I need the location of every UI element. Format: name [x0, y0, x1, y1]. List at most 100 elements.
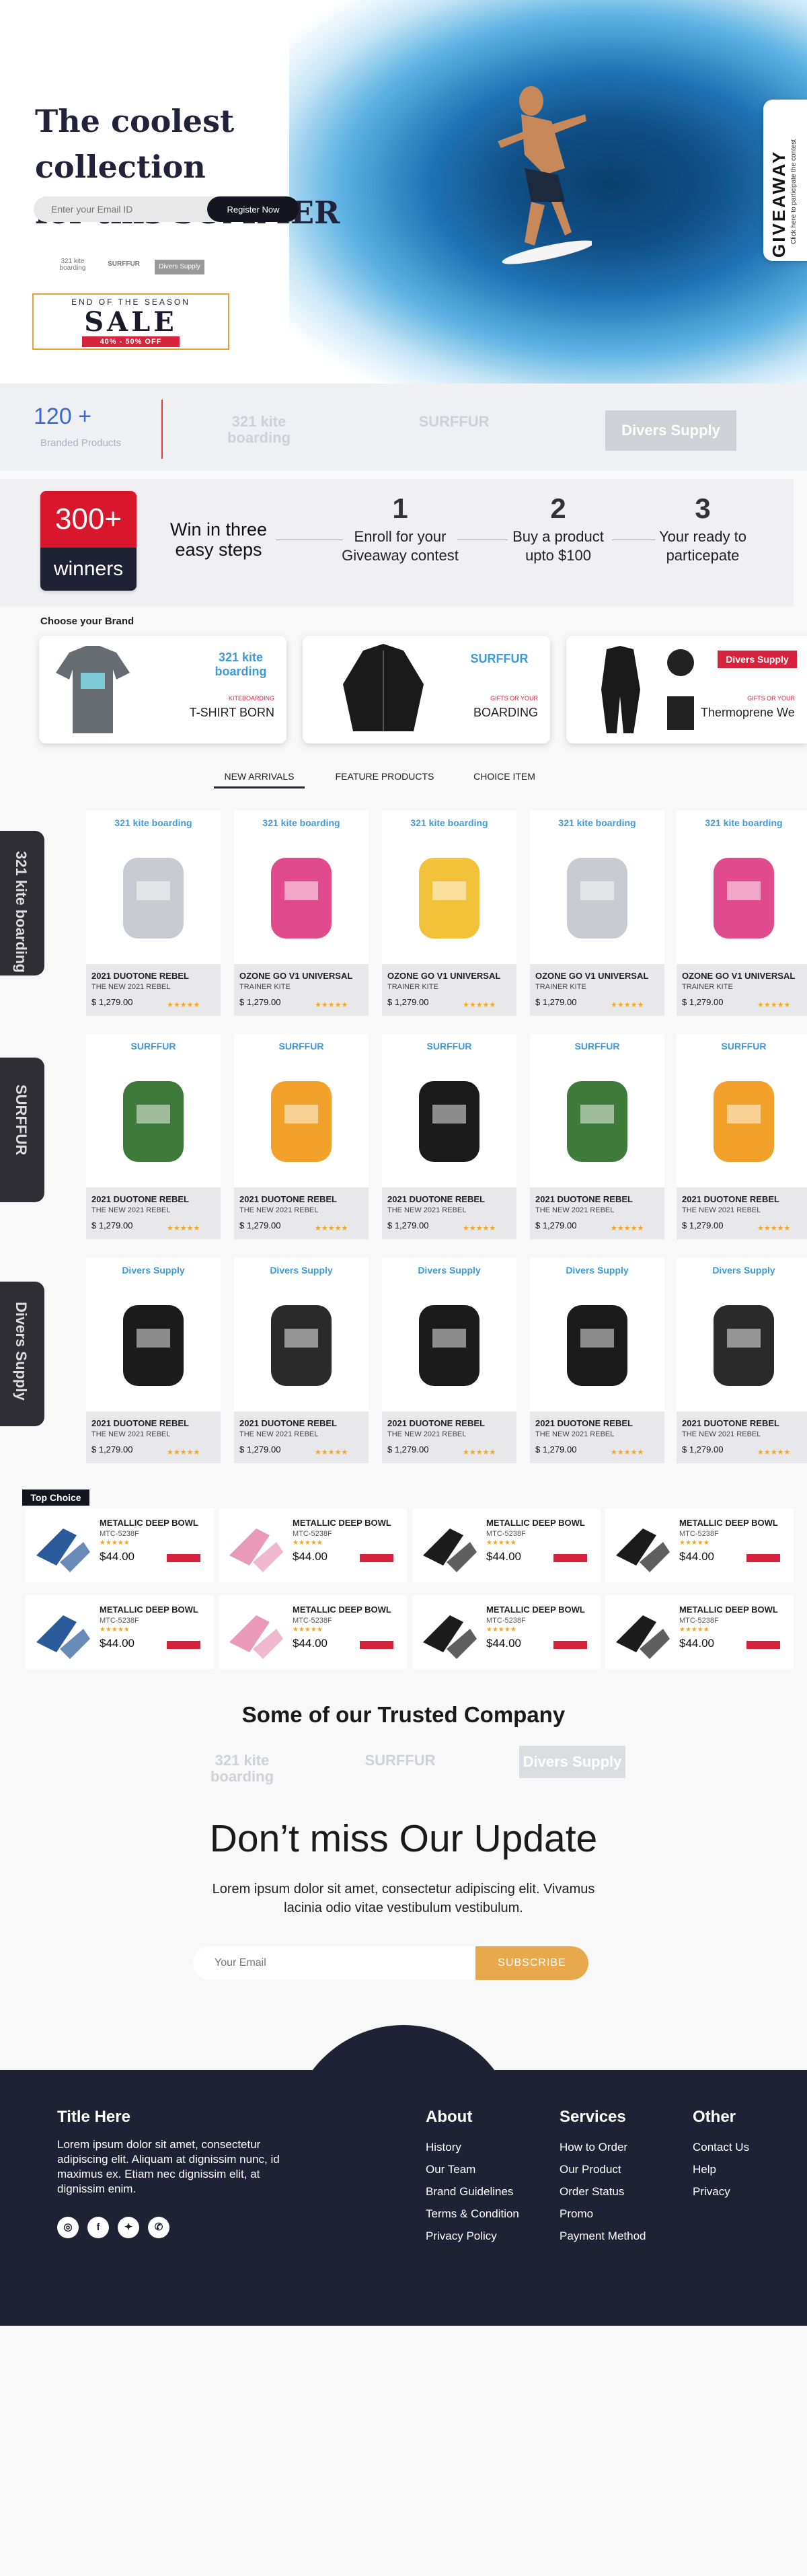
giveaway-tab[interactable]: GIVEAWAY Click here to participate the c… — [763, 100, 807, 261]
product-name: 2021 DUOTONE REBEL — [91, 1194, 189, 1204]
footer-link[interactable]: Privacy Policy — [426, 2225, 519, 2247]
product-card[interactable]: 321 kite boarding 2021 DUOTONE REBEL THE N… — [86, 811, 221, 1016]
top-choice-title: METALLIC DEEP BOWL — [486, 1605, 585, 1615]
footer-link[interactable]: Our Team — [426, 2158, 519, 2180]
mini-logo-divers: Divers Supply — [155, 260, 204, 274]
product-brand-logo: Divers Supply — [270, 1265, 333, 1276]
product-card[interactable]: SURFFUR 2021 DUOTONE REBEL THE NEW 2021 RE… — [382, 1034, 516, 1239]
brand-card-divers[interactable]: Divers Supply GIFTS OR YOUR Thermoprene … — [566, 636, 807, 743]
product-subtitle: TRAINER KITE — [682, 983, 733, 991]
product-card[interactable]: 321 kite boarding OZONE GO V1 UNIVERSAL TR… — [677, 811, 807, 1016]
brand-logo-321[interactable]: 321 kite boarding — [208, 414, 309, 446]
footer-link[interactable]: Our Product — [560, 2158, 646, 2180]
trusted-logo-divers[interactable]: Divers Supply — [519, 1746, 625, 1778]
surfer-image — [498, 86, 592, 264]
top-choice-item[interactable]: METALLIC DEEP BOWL MTC-5238F ★★★★★ $44.00 — [412, 1595, 601, 1669]
whatsapp-icon[interactable]: ✆ — [148, 2217, 169, 2238]
tab-feature-products[interactable]: FEATURE PRODUCTS — [328, 771, 442, 788]
top-choice-image — [229, 1615, 283, 1659]
footer-link[interactable]: How to Order — [560, 2136, 646, 2158]
top-choice-item[interactable]: METALLIC DEEP BOWL MTC-5238F ★★★★★ $44.00 — [412, 1508, 601, 1582]
product-photo — [567, 1305, 627, 1386]
product-info: 2021 DUOTONE REBEL THE NEW 2021 REBEL $ 1,… — [677, 1187, 807, 1239]
product-name: OZONE GO V1 UNIVERSAL — [239, 971, 353, 981]
step-2-number: 2 — [550, 492, 566, 524]
product-name: 2021 DUOTONE REBEL — [535, 1194, 633, 1204]
top-choice-item[interactable]: METALLIC DEEP BOWL MTC-5238F ★★★★★ $44.00 — [605, 1508, 794, 1582]
footer-link[interactable]: Promo — [560, 2203, 646, 2225]
product-subtitle: THE NEW 2021 REBEL — [535, 1430, 615, 1438]
product-name: 2021 DUOTONE REBEL — [535, 1418, 633, 1428]
footer-col-title: Services — [560, 2108, 626, 2126]
footer-link[interactable]: Contact Us — [693, 2136, 749, 2158]
brand-logo-surffur[interactable]: SURFFUR — [404, 414, 504, 430]
brand-logo-divers[interactable]: Divers Supply — [605, 410, 736, 451]
product-subtitle: THE NEW 2021 REBEL — [91, 983, 171, 991]
product-card[interactable]: SURFFUR 2021 DUOTONE REBEL THE NEW 2021 RE… — [234, 1034, 369, 1239]
product-image: 321 kite boarding — [530, 811, 664, 964]
footer-link[interactable]: Help — [693, 2158, 749, 2180]
side-tab-divers[interactable]: Divers Supply — [0, 1282, 44, 1426]
footer-link[interactable]: Order Status — [560, 2180, 646, 2203]
register-now-button[interactable]: Register Now — [207, 196, 299, 222]
brand-card-321[interactable]: 321 kite boarding KITEBOARDING T-SHIRT B… — [39, 636, 286, 743]
product-subtitle: THE NEW 2021 REBEL — [91, 1206, 171, 1214]
jacket-image — [343, 644, 424, 731]
top-choice-title: METALLIC DEEP BOWL — [293, 1605, 391, 1615]
top-choice-brand-mark — [360, 1554, 393, 1562]
footer-col-title: Other — [693, 2108, 736, 2126]
footer-link[interactable]: Brand Guidelines — [426, 2180, 519, 2203]
product-photo — [123, 1081, 184, 1162]
top-choice-item[interactable]: METALLIC DEEP BOWL MTC-5238F ★★★★★ $44.00 — [605, 1595, 794, 1669]
product-subtitle: THE NEW 2021 REBEL — [91, 1430, 171, 1438]
product-card[interactable]: SURFFUR 2021 DUOTONE REBEL THE NEW 2021 RE… — [530, 1034, 664, 1239]
product-brand-logo: 321 kite boarding — [705, 817, 783, 828]
trusted-logo-surffur[interactable]: SURFFUR — [356, 1753, 444, 1769]
tab-new-arrivals[interactable]: NEW ARRIVALS — [214, 771, 305, 788]
winners-badge: 300+ winners — [40, 491, 137, 591]
top-choice-item[interactable]: METALLIC DEEP BOWL MTC-5238F ★★★★★ $44.00 — [26, 1508, 214, 1582]
side-tab-surffur[interactable]: SURFFUR — [0, 1058, 44, 1202]
footer-link[interactable]: Terms & Condition — [426, 2203, 519, 2225]
product-card[interactable]: 321 kite boarding OZONE GO V1 UNIVERSAL TR… — [530, 811, 664, 1016]
top-choice-brand-mark — [746, 1641, 780, 1649]
twitter-icon[interactable]: ✦ — [118, 2217, 139, 2238]
product-subtitle: THE NEW 2021 REBEL — [682, 1206, 761, 1214]
product-brand-logo: Divers Supply — [418, 1265, 481, 1276]
product-card[interactable]: 321 kite boarding OZONE GO V1 UNIVERSAL TR… — [234, 811, 369, 1016]
footer-link[interactable]: Privacy — [693, 2180, 749, 2203]
side-tab-label: 321 kite boarding — [13, 851, 30, 973]
footer-link[interactable]: Payment Method — [560, 2225, 646, 2247]
facebook-icon[interactable]: f — [87, 2217, 109, 2238]
trusted-logo-321[interactable]: 321 kite boarding — [202, 1753, 282, 1785]
brand-card-surffur[interactable]: SURFFUR GIFTS OR YOUR BOARDING — [303, 636, 550, 743]
product-card[interactable]: Divers Supply 2021 DUOTONE REBEL THE NEW 2… — [382, 1258, 516, 1463]
product-card[interactable]: Divers Supply 2021 DUOTONE REBEL THE NEW 2… — [530, 1258, 664, 1463]
top-choice-price: $44.00 — [486, 1637, 521, 1650]
instagram-icon[interactable]: ◎ — [57, 2217, 79, 2238]
top-choice-rating: ★★★★★ — [100, 1539, 130, 1547]
tab-choice-item[interactable]: CHOICE ITEM — [464, 771, 545, 788]
product-brand-logo: SURFFUR — [278, 1041, 324, 1052]
product-card[interactable]: Divers Supply 2021 DUOTONE REBEL THE NEW 2… — [86, 1258, 221, 1463]
product-card[interactable]: 321 kite boarding OZONE GO V1 UNIVERSAL TR… — [382, 811, 516, 1016]
hero-email-input[interactable] — [34, 196, 208, 222]
product-card[interactable]: SURFFUR 2021 DUOTONE REBEL THE NEW 2021 RE… — [86, 1034, 221, 1239]
product-rating: ★★★★★ — [167, 1001, 200, 1009]
product-card[interactable]: SURFFUR 2021 DUOTONE REBEL THE NEW 2021 RE… — [677, 1034, 807, 1239]
subscribe-button[interactable]: SUBSCRIBE — [475, 1946, 588, 1980]
product-name: 2021 DUOTONE REBEL — [239, 1418, 337, 1428]
sale-main-text: SALE — [84, 306, 178, 338]
product-photo — [123, 1305, 184, 1386]
top-choice-item[interactable]: METALLIC DEEP BOWL MTC-5238F ★★★★★ $44.00 — [26, 1595, 214, 1669]
newsletter-email-input[interactable] — [193, 1946, 475, 1980]
sale-banner[interactable]: END OF THE SEASON SALE 40% - 50% OFF — [32, 293, 229, 350]
product-brand-logo: 321 kite boarding — [410, 817, 488, 828]
top-choice-item[interactable]: METALLIC DEEP BOWL MTC-5238F ★★★★★ $44.00 — [219, 1595, 407, 1669]
top-choice-item[interactable]: METALLIC DEEP BOWL MTC-5238F ★★★★★ $44.00 — [219, 1508, 407, 1582]
side-tab-321[interactable]: 321 kite boarding — [0, 831, 44, 976]
product-card[interactable]: Divers Supply 2021 DUOTONE REBEL THE NEW 2… — [234, 1258, 369, 1463]
footer-link[interactable]: History — [426, 2136, 519, 2158]
product-rating: ★★★★★ — [463, 1224, 496, 1232]
product-card[interactable]: Divers Supply 2021 DUOTONE REBEL THE NEW 2… — [677, 1258, 807, 1463]
